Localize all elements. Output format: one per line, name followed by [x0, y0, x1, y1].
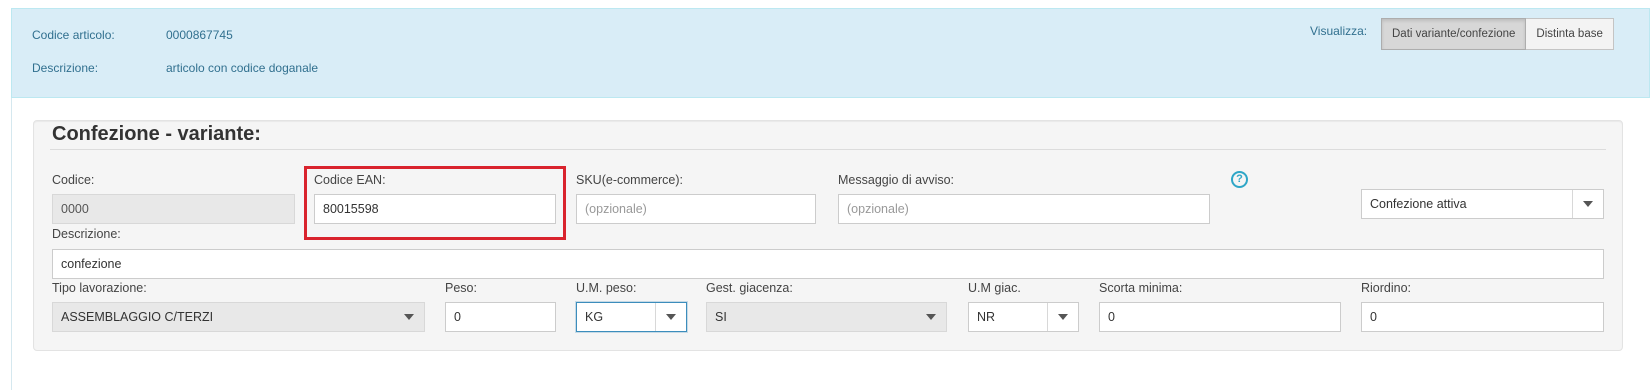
caret-down-icon — [394, 303, 424, 331]
descrizione-field[interactable] — [52, 249, 1604, 279]
messaggio-avviso-field[interactable] — [838, 194, 1210, 224]
view-toggle-group: Dati variante/confezione Distinta base — [1381, 18, 1614, 50]
riordino-field[interactable] — [1361, 302, 1604, 332]
codice-ean-label: Codice EAN: — [314, 173, 386, 187]
codice-articolo-label: Codice articolo: — [32, 28, 115, 42]
descrizione-articolo-value: articolo con codice doganale — [166, 61, 319, 75]
um-giac-value: NR — [977, 310, 996, 324]
peso-label: Peso: — [445, 281, 477, 295]
caret-down-icon — [656, 303, 686, 331]
gest-giacenza-label: Gest. giacenza: — [706, 281, 793, 295]
descrizione-label: Descrizione: — [52, 227, 121, 241]
sku-label: SKU(e-commerce): — [576, 173, 683, 187]
um-giac-label: U.M giac. — [968, 281, 1021, 295]
scorta-minima-field[interactable] — [1099, 302, 1341, 332]
distinta-base-button[interactable]: Distinta base — [1526, 18, 1614, 50]
um-peso-select[interactable]: KG — [576, 302, 687, 332]
codice-articolo-value: 0000867745 — [166, 28, 233, 42]
section-divider — [50, 149, 1606, 150]
gest-giacenza-select: SI — [706, 302, 947, 332]
caret-down-icon — [1048, 303, 1078, 331]
codice-label: Codice: — [52, 173, 95, 187]
caret-down-icon — [1573, 190, 1603, 218]
codice-ean-field[interactable] — [314, 194, 556, 224]
peso-field[interactable] — [445, 302, 556, 332]
um-giac-select[interactable]: NR — [968, 302, 1079, 332]
dati-variante-button[interactable]: Dati variante/confezione — [1381, 18, 1527, 50]
tipo-lavorazione-select: ASSEMBLAGGIO C/TERZI — [52, 302, 425, 332]
stato-confezione-select[interactable]: Confezione attiva — [1361, 189, 1604, 219]
caret-down-icon — [916, 303, 946, 331]
riordino-label: Riordino: — [1361, 281, 1412, 295]
descrizione-articolo-label: Descrizione: — [32, 61, 99, 75]
sku-field[interactable] — [576, 194, 816, 224]
tipo-lavorazione-label: Tipo lavorazione: — [52, 281, 147, 295]
um-peso-label: U.M. peso: — [576, 281, 637, 295]
visualizza-label: Visualizza: — [1310, 24, 1368, 38]
section-title: Confezione - variante: — [52, 123, 261, 145]
scorta-minima-label: Scorta minima: — [1099, 281, 1183, 295]
messaggio-avviso-label: Messaggio di avviso: — [838, 173, 955, 187]
question-circle-icon[interactable]: ? — [1231, 171, 1248, 188]
codice-field — [52, 194, 295, 224]
stato-confezione-value: Confezione attiva — [1370, 197, 1467, 211]
um-peso-value: KG — [585, 310, 604, 324]
gest-giacenza-value: SI — [715, 310, 727, 324]
tipo-lavorazione-value: ASSEMBLAGGIO C/TERZI — [61, 310, 214, 324]
